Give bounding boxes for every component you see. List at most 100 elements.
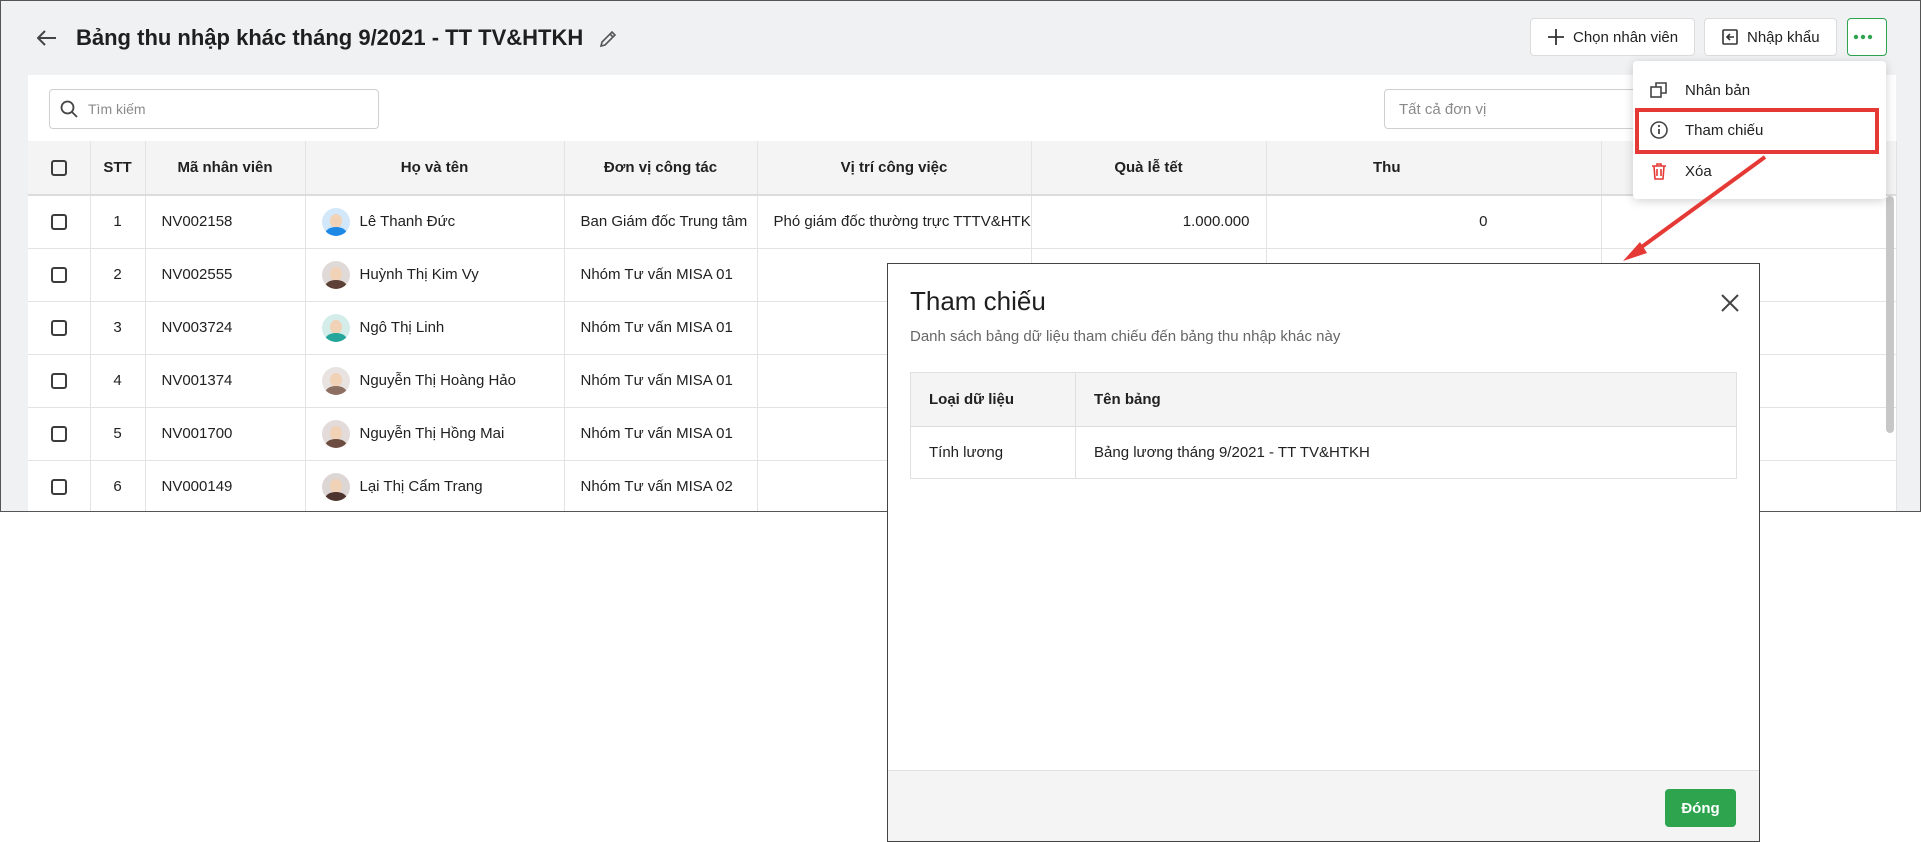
row-checkbox[interactable] — [50, 267, 67, 284]
reference-name: Bảng lương tháng 9/2021 - TT TV&HTKH — [1075, 426, 1737, 479]
employee-name: Ngô Thị Linh — [359, 319, 445, 336]
row-checkbox[interactable] — [50, 214, 67, 231]
search-input[interactable] — [88, 101, 358, 117]
select-all-checkbox[interactable] — [50, 160, 67, 177]
employee-name: Nguyễn Thị Hồng Mai — [359, 425, 505, 442]
close-button[interactable]: Đóng — [1665, 789, 1736, 827]
employee-unit: Nhóm Tư vấn MISA 01 — [564, 407, 758, 461]
employee-code: NV002555 — [145, 248, 306, 302]
employee-unit: Nhóm Tư vấn MISA 01 — [564, 354, 758, 408]
row-checkbox[interactable] — [50, 479, 67, 496]
reference-table: Loại dữ liệu Tên bảng Tính lương Bảng lư… — [910, 372, 1737, 479]
avatar — [321, 366, 350, 395]
extra-cell — [1601, 195, 1897, 249]
employee-unit: Ban Giám đốc Trung tâm — [564, 195, 758, 249]
employee-code: NV002158 — [145, 195, 306, 249]
choose-employee-button[interactable]: Chọn nhân viên — [1530, 18, 1696, 56]
more-dots-icon — [1853, 34, 1873, 40]
row-checkbox[interactable] — [50, 426, 67, 443]
row-select-cell — [28, 460, 91, 511]
column-header: Quà lễ tết — [1031, 141, 1267, 196]
column-header: Tên bảng — [1075, 372, 1737, 427]
pencil-icon — [599, 30, 617, 48]
gift-amount: 1.000.000 — [1031, 195, 1267, 249]
employee-name: Nguyễn Thị Hoàng Hảo — [359, 372, 517, 389]
plus-icon — [1548, 29, 1564, 45]
employee-position: Phó giám đốc thường trực TTTV&HTKH — [757, 195, 1032, 249]
search-icon — [60, 100, 78, 118]
menu-item-label: Nhân bản — [1685, 81, 1751, 99]
reference-dialog: Tham chiếu Danh sách bảng dữ liệu tham c… — [887, 263, 1760, 842]
select-all-header — [28, 141, 91, 196]
employee-unit: Nhóm Tư vấn MISA 01 — [564, 248, 758, 302]
employee-name-cell: Huỳnh Thị Kim Vy — [305, 248, 565, 302]
back-button[interactable] — [34, 25, 60, 51]
employee-name-cell: Ngô Thị Linh — [305, 301, 565, 355]
unit-filter-select[interactable]: Tất cả đơn vị — [1384, 89, 1654, 129]
avatar — [321, 472, 350, 501]
column-header: Đơn vị công tác — [564, 141, 758, 196]
row-select-cell — [28, 407, 91, 461]
import-icon — [1722, 29, 1738, 45]
more-options-button[interactable] — [1847, 18, 1887, 56]
employee-code: NV001700 — [145, 407, 306, 461]
column-header: STT — [90, 141, 146, 196]
column-header: Mã nhân viên — [145, 141, 306, 196]
column-header: Loại dữ liệu — [910, 372, 1076, 427]
close-icon — [1721, 294, 1739, 312]
edit-title-button[interactable] — [596, 27, 620, 51]
row-checkbox[interactable] — [50, 373, 67, 390]
dialog-title: Tham chiếu — [910, 286, 1046, 316]
avatar — [321, 313, 350, 342]
row-stt: 6 — [90, 460, 146, 511]
employee-code: NV000149 — [145, 460, 306, 511]
highlight-annotation-box — [1635, 108, 1879, 154]
employee-unit: Nhóm Tư vấn MISA 01 — [564, 301, 758, 355]
unit-filter-value: Tất cả đơn vị — [1399, 100, 1487, 118]
import-label: Nhập khẩu — [1747, 28, 1820, 46]
menu-item-label: Xóa — [1685, 162, 1712, 180]
choose-employee-label: Chọn nhân viên — [1573, 28, 1679, 46]
page-title: Bảng thu nhập khác tháng 9/2021 - TT TV&… — [76, 25, 584, 50]
row-stt: 5 — [90, 407, 146, 461]
reference-type: Tính lương — [910, 426, 1076, 479]
row-select-cell — [28, 354, 91, 408]
row-select-cell — [28, 248, 91, 302]
employee-name-cell: Lê Thanh Đức — [305, 195, 565, 249]
employee-code: NV003724 — [145, 301, 306, 355]
dialog-footer: Đóng — [888, 770, 1759, 841]
table-header-row: STT Mã nhân viên Họ và tên Đơn vị công t… — [28, 141, 1897, 196]
row-checkbox[interactable] — [50, 320, 67, 337]
row-stt: 4 — [90, 354, 146, 408]
avatar — [321, 419, 350, 448]
employee-name-cell: Lại Thị Cẩm Trang — [305, 460, 565, 511]
employee-name: Lê Thanh Đức — [359, 213, 456, 231]
column-header: Họ và tên — [305, 141, 565, 196]
row-stt: 2 — [90, 248, 146, 302]
employee-name: Huỳnh Thị Kim Vy — [359, 266, 479, 283]
employee-code: NV001374 — [145, 354, 306, 408]
row-select-cell — [28, 195, 91, 249]
dialog-subtitle: Danh sách bảng dữ liệu tham chiếu đến bả… — [910, 328, 1341, 345]
reference-row[interactable]: Tính lương Bảng lương tháng 9/2021 - TT … — [910, 426, 1737, 479]
dialog-close-button[interactable] — [1716, 289, 1744, 317]
employee-name-cell: Nguyễn Thị Hoàng Hảo — [305, 354, 565, 408]
other-amount: 0 — [1266, 195, 1602, 249]
menu-item-duplicate[interactable]: Nhân bản — [1633, 70, 1886, 110]
employee-name-cell: Nguyễn Thị Hồng Mai — [305, 407, 565, 461]
employee-name: Lại Thị Cẩm Trang — [359, 478, 483, 495]
table-row[interactable]: 1 NV002158 Lê Thanh Đức Ban Giám đốc Trung … — [28, 195, 1897, 249]
column-header: Vị trí công việc — [757, 141, 1032, 196]
vertical-scrollbar[interactable] — [1886, 196, 1894, 433]
avatar — [321, 207, 350, 236]
employee-unit: Nhóm Tư vấn MISA 02 — [564, 460, 758, 511]
duplicate-icon — [1650, 82, 1667, 98]
row-stt: 3 — [90, 301, 146, 355]
menu-item-delete[interactable]: Xóa — [1633, 151, 1886, 191]
import-button[interactable]: Nhập khẩu — [1704, 18, 1837, 56]
search-box[interactable] — [49, 89, 379, 129]
row-stt: 1 — [90, 195, 146, 249]
reference-header-row: Loại dữ liệu Tên bảng — [910, 372, 1737, 427]
avatar — [321, 260, 350, 289]
trash-icon — [1652, 163, 1666, 180]
